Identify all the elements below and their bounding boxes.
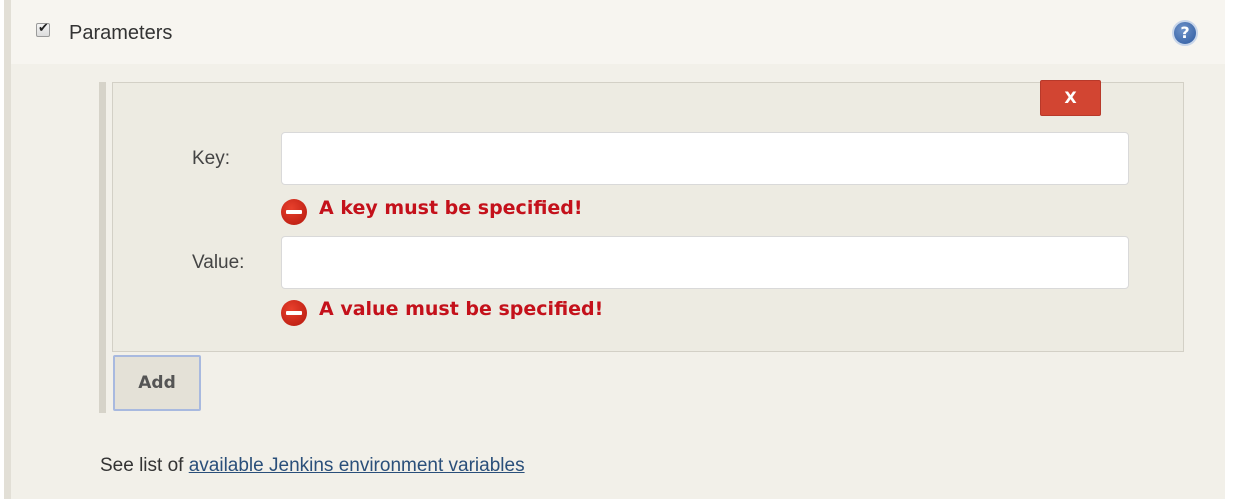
help-icon[interactable]: ? xyxy=(1172,20,1198,46)
section-title: Parameters xyxy=(69,22,173,44)
parameter-entry xyxy=(112,82,1184,352)
error-icon xyxy=(281,300,307,326)
jenkins-config-panel: ✔ Parameters ? X Key: A key must be spec… xyxy=(0,0,1248,499)
env-vars-prefix: See list of xyxy=(100,455,189,476)
parameters-header xyxy=(4,0,1225,64)
env-vars-hint: See list of available Jenkins environmen… xyxy=(100,455,525,477)
key-label: Key: xyxy=(192,148,231,169)
value-error-text: A value must be specified! xyxy=(319,298,604,320)
add-parameter-button[interactable]: Add xyxy=(113,355,201,411)
checkbox-checked-icon: ✔ xyxy=(38,21,49,36)
key-input[interactable] xyxy=(281,132,1129,185)
value-label: Value: xyxy=(192,252,245,273)
env-vars-link[interactable]: available Jenkins environment variables xyxy=(189,455,525,476)
parameters-checkbox[interactable]: ✔ xyxy=(36,21,50,37)
delete-parameter-button[interactable]: X xyxy=(1040,80,1101,116)
value-input[interactable] xyxy=(281,236,1129,289)
key-error-text: A key must be specified! xyxy=(319,197,583,219)
error-icon xyxy=(281,199,307,225)
